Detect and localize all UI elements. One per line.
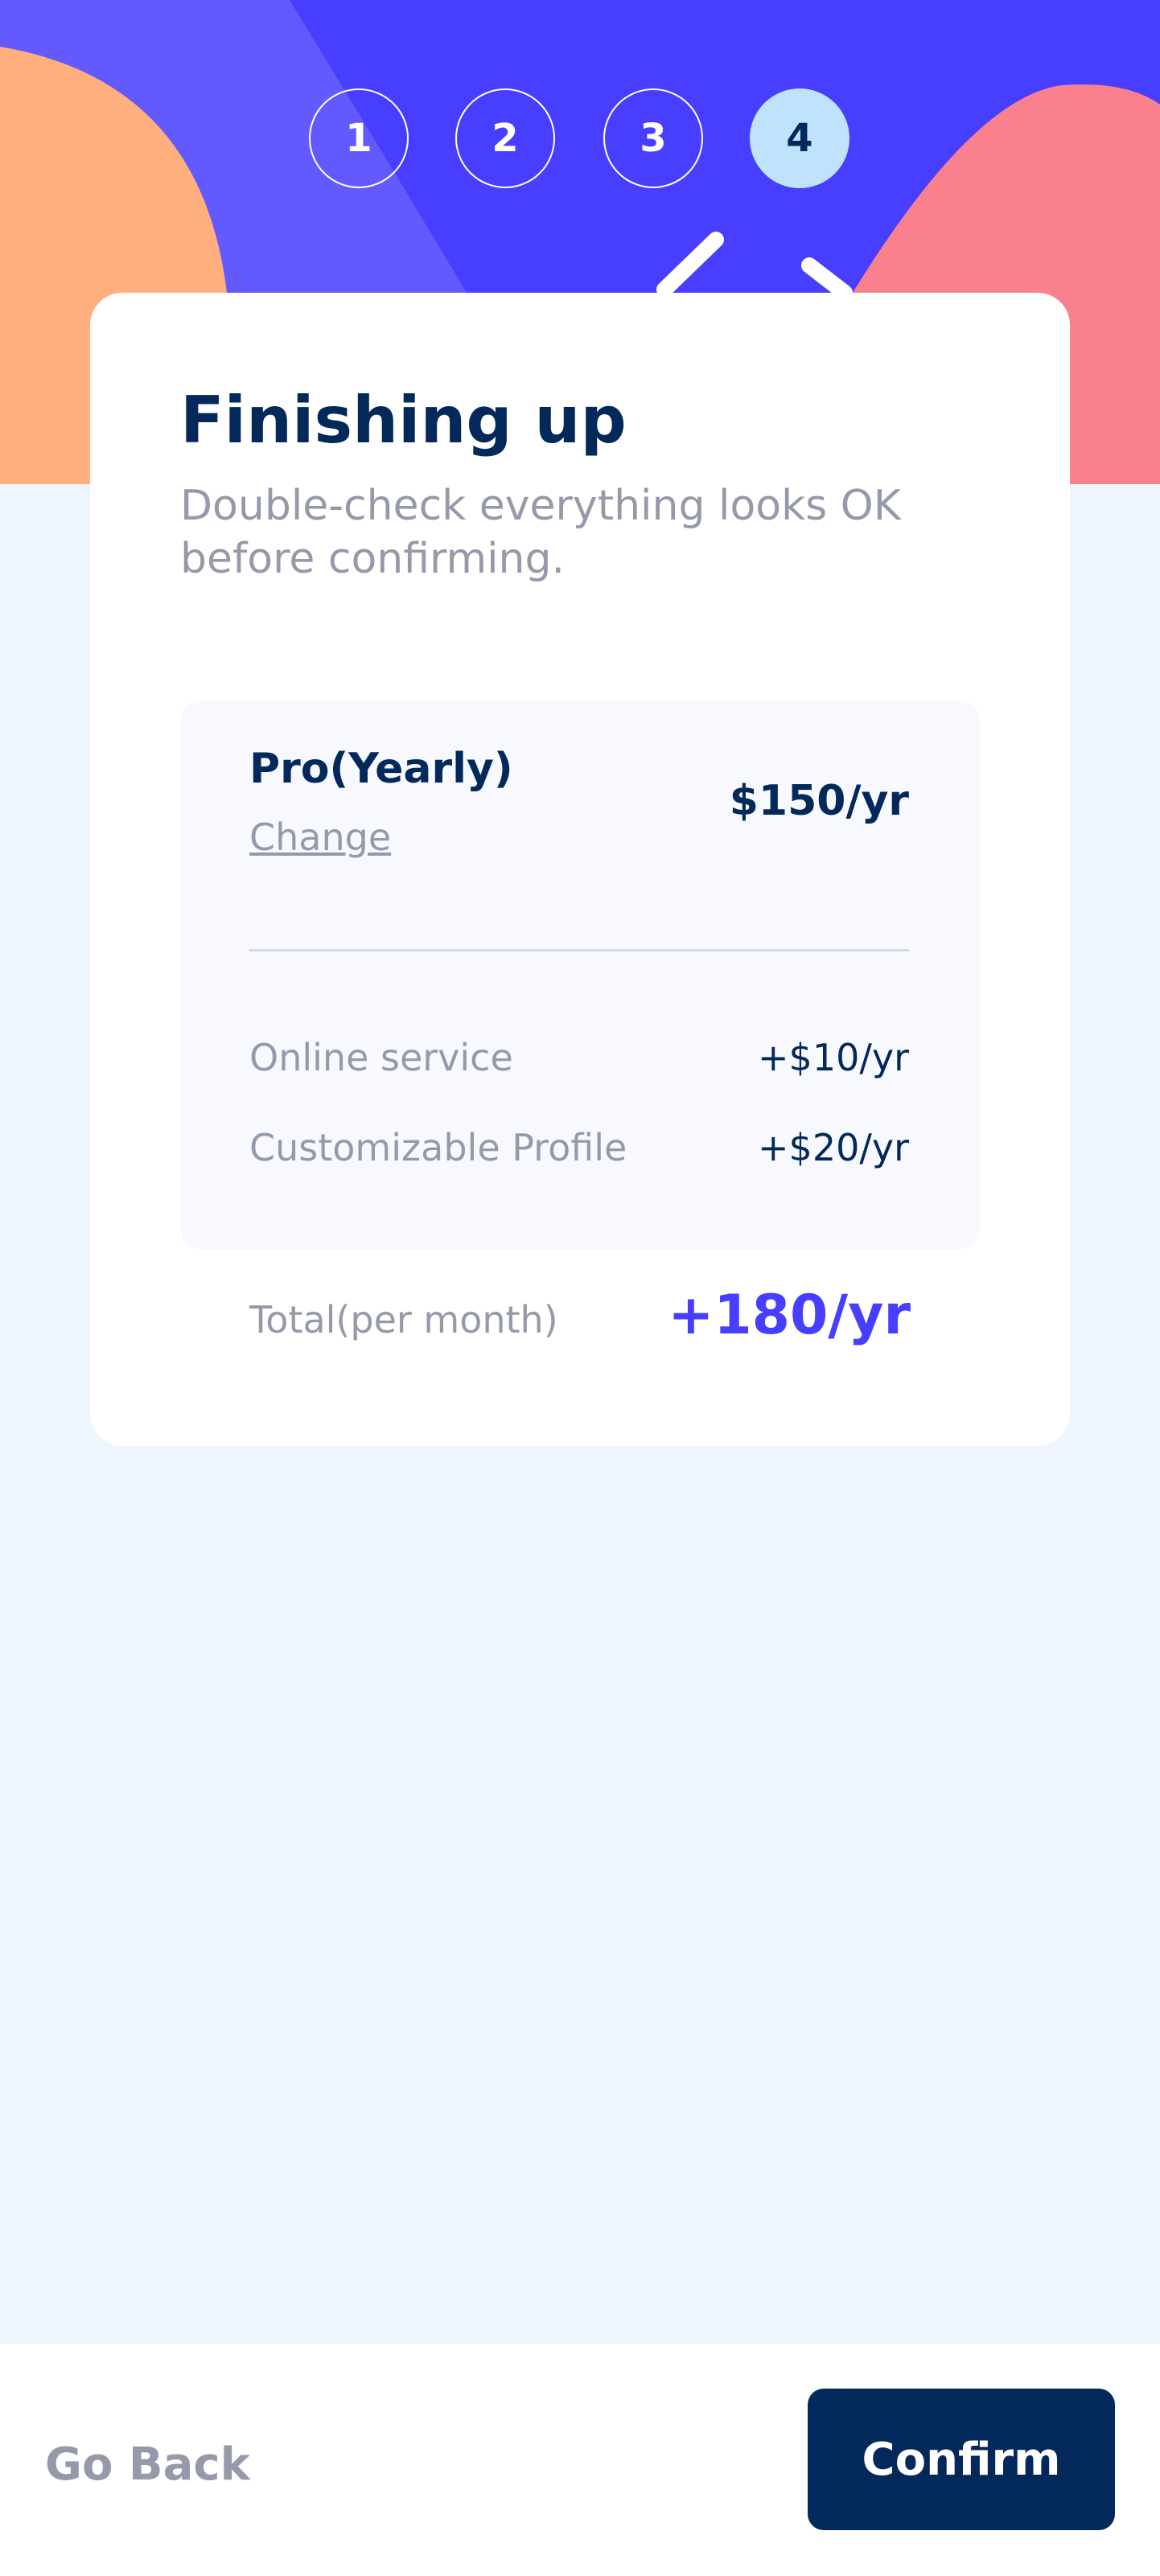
step-indicator: 1 2 3 4 (0, 88, 1160, 191)
page-title: Finishing up (180, 383, 627, 458)
addon-name: Online service (249, 1036, 513, 1079)
addon-price: +$10/yr (758, 1036, 909, 1079)
go-back-button[interactable]: Go Back (45, 2438, 250, 2491)
change-plan-link[interactable]: Change (249, 816, 391, 859)
step-2-indicator: 2 (455, 88, 555, 188)
summary-card: Finishing up Double-check everything loo… (90, 293, 1070, 1446)
addon-name: Customizable Profile (249, 1126, 627, 1169)
summary-divider (249, 949, 909, 951)
step-3-indicator: 3 (603, 88, 703, 188)
confirm-button[interactable]: Confirm (808, 2389, 1115, 2530)
addon-row: Customizable Profile +$20/yr (249, 1126, 909, 1182)
plan-price: $150/yr (729, 777, 909, 825)
total-label: Total(per month) (249, 1298, 558, 1341)
order-summary: Pro(Yearly) Change $150/yr Online servic… (180, 700, 980, 1250)
page-subtitle: Double-check everything looks OK before … (180, 482, 901, 583)
total-value: +180/yr (668, 1284, 911, 1347)
footer-bar: Go Back Confirm (0, 2344, 1160, 2576)
addon-price: +$20/yr (758, 1126, 909, 1169)
step-1-indicator: 1 (309, 88, 409, 188)
plan-name: Pro(Yearly) (249, 745, 513, 793)
addon-row: Online service +$10/yr (249, 1036, 909, 1092)
step-4-indicator: 4 (750, 88, 849, 188)
